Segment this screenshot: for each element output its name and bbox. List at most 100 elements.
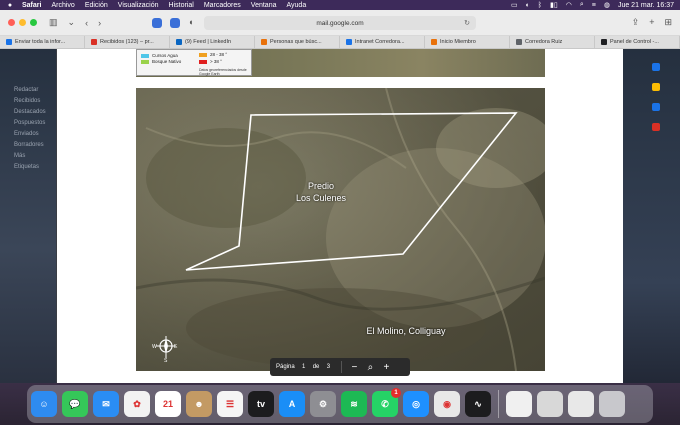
new-tab-icon[interactable]: + bbox=[649, 17, 654, 28]
close-window-button[interactable] bbox=[8, 19, 15, 26]
browser-tab[interactable]: Recibidos (123) – pr... bbox=[85, 36, 170, 48]
dock-icon-system-settings[interactable]: ⚙ bbox=[310, 391, 336, 417]
dock-icon-whatsapp-window[interactable] bbox=[568, 391, 594, 417]
dock-icon-whatsapp[interactable]: ✆ 1 bbox=[372, 388, 401, 417]
dock-glyph-icon: ≋ bbox=[350, 398, 358, 409]
menu-ventana[interactable]: Ventana bbox=[251, 2, 277, 9]
dock-glyph-icon: ⚙ bbox=[318, 398, 328, 409]
tab-label: Inicio Miembro bbox=[440, 39, 476, 45]
extension-shield-icon[interactable] bbox=[152, 18, 162, 28]
dock-icon-voice-memos[interactable]: ∿ bbox=[465, 391, 491, 417]
zoom-window-button[interactable] bbox=[30, 19, 37, 26]
dock-icon-app-store[interactable]: A bbox=[279, 391, 305, 417]
dock-icon-chrome[interactable]: ◉ bbox=[434, 391, 460, 417]
total-pages: 3 bbox=[326, 364, 331, 370]
browser-tab[interactable]: Personas que búsc... bbox=[255, 36, 340, 48]
legend-label: Bosque Nativo bbox=[152, 59, 182, 64]
gmail-sidebar-item[interactable]: Borradores bbox=[14, 142, 44, 148]
dock-icon-contacts[interactable]: ☻ bbox=[186, 391, 212, 417]
screen-icon[interactable]: ▭ bbox=[511, 1, 518, 9]
extension-vpn-icon[interactable] bbox=[170, 18, 180, 28]
menu-ayuda[interactable]: Ayuda bbox=[286, 2, 306, 9]
pdf-page-controls: Página 1 de 3 − ⌕ + bbox=[270, 358, 410, 376]
tasks-app-icon[interactable] bbox=[652, 103, 660, 111]
dock-icon-mail[interactable]: ✉ bbox=[93, 391, 119, 417]
browser-tab[interactable]: Panel de Control -... bbox=[595, 36, 680, 48]
compass-south: S bbox=[164, 358, 168, 362]
menu-visualizacion[interactable]: Visualización bbox=[118, 2, 159, 9]
dock-glyph-icon: ∿ bbox=[474, 398, 482, 409]
browser-tab[interactable]: (9) Feed | LinkedIn bbox=[170, 36, 255, 48]
privacy-shield-icon[interactable]: ◖ bbox=[188, 17, 193, 27]
gmail-sidebar-item[interactable]: Más bbox=[14, 153, 25, 159]
menu-archivo[interactable]: Archivo bbox=[51, 2, 74, 9]
gmail-sidebar-item[interactable]: Recibidos bbox=[14, 98, 40, 104]
dock-icon-recent-document[interactable] bbox=[506, 391, 532, 417]
dock-icon-tv[interactable]: tv bbox=[248, 391, 274, 417]
apple-icon[interactable]: ● bbox=[6, 2, 14, 9]
dock-icon-trash[interactable] bbox=[599, 391, 625, 417]
menu-edicion[interactable]: Edición bbox=[85, 2, 108, 9]
status-app-icon[interactable]: ◐ bbox=[526, 2, 530, 9]
url-text: mail.google.com bbox=[316, 19, 364, 27]
legend-swatch bbox=[199, 59, 207, 64]
contacts-app-icon[interactable] bbox=[652, 123, 660, 131]
browser-tab[interactable]: Intranet Corredora... bbox=[340, 36, 425, 48]
gmail-sidebar-item[interactable]: Enviados bbox=[14, 131, 39, 137]
dock-icon-messages[interactable]: 💬 bbox=[62, 391, 88, 417]
menu-historial[interactable]: Historial bbox=[169, 2, 194, 9]
tab-favicon-icon bbox=[91, 39, 97, 45]
keep-app-icon[interactable] bbox=[652, 83, 660, 91]
dock-glyph-icon: ◎ bbox=[412, 398, 420, 409]
battery-icon[interactable]: ▮▯ bbox=[550, 1, 558, 9]
menu-app-name[interactable]: Safari bbox=[22, 2, 41, 9]
gmail-sidebar-item[interactable]: Pospuestos bbox=[14, 120, 45, 126]
current-page-input[interactable]: 1 bbox=[295, 362, 313, 373]
calendar-app-icon[interactable] bbox=[652, 63, 660, 71]
zoom-out-button[interactable]: − bbox=[346, 360, 362, 374]
browser-tab[interactable]: Corredora Ruiz bbox=[510, 36, 595, 48]
chevron-down-icon[interactable]: ⌄ bbox=[68, 17, 76, 28]
dock-icon-safari[interactable]: ◎ bbox=[403, 391, 429, 417]
dock-icon-spotify[interactable]: ≋ bbox=[341, 391, 367, 417]
minimize-window-button[interactable] bbox=[19, 19, 26, 26]
dock-icon-recent-window[interactable] bbox=[537, 391, 563, 417]
legend-swatch bbox=[141, 59, 149, 64]
gmail-sidebar-item[interactable]: Redactar bbox=[14, 87, 38, 93]
siri-icon[interactable]: ◍ bbox=[604, 1, 610, 9]
reload-icon[interactable]: ↻ bbox=[464, 19, 470, 27]
legend-label: 28 - 38 ° bbox=[210, 52, 228, 57]
tab-label: Enviar toda la infor... bbox=[15, 39, 66, 45]
menu-bar: ● Safari Archivo Edición Visualización H… bbox=[0, 0, 680, 10]
back-icon[interactable]: ‹ bbox=[85, 18, 88, 28]
tab-overview-icon[interactable]: ⊞ bbox=[664, 17, 672, 28]
dock-glyph-icon: ☻ bbox=[194, 399, 204, 409]
tab-favicon-icon bbox=[176, 39, 182, 45]
gmail-sidebar-item[interactable]: Etiquetas bbox=[14, 164, 39, 170]
forward-icon[interactable]: › bbox=[98, 18, 101, 28]
wifi-icon[interactable]: ◠ bbox=[566, 1, 572, 9]
address-bar[interactable]: mail.google.com ↻ bbox=[204, 16, 476, 30]
menu-marcadores[interactable]: Marcadores bbox=[204, 2, 241, 9]
safari-toolbar: ▥ ⌄ ‹ › ◖ mail.google.com ↻ ⇪ + ⊞ bbox=[0, 10, 680, 36]
dock-glyph-icon: tv bbox=[256, 399, 265, 409]
gmail-sidebar-item[interactable]: Destacados bbox=[14, 109, 46, 115]
zoom-in-button[interactable]: + bbox=[378, 360, 394, 374]
bluetooth-icon[interactable]: ᛒ bbox=[538, 2, 542, 9]
sidebar-toggle-icon[interactable]: ▥ bbox=[49, 17, 58, 28]
tab-label: Recibidos (123) – pr... bbox=[100, 39, 154, 45]
browser-tab[interactable]: Enviar toda la infor... bbox=[0, 36, 85, 48]
dock-icon-finder[interactable]: ☺ bbox=[31, 391, 57, 417]
tab-favicon-icon bbox=[261, 39, 267, 45]
zoom-icon[interactable]: ⌕ bbox=[362, 360, 378, 374]
browser-tab[interactable]: Inicio Miembro bbox=[425, 36, 510, 48]
search-icon[interactable]: ⌕ bbox=[580, 1, 584, 9]
control-center-icon[interactable]: ≡ bbox=[592, 2, 596, 9]
share-icon[interactable]: ⇪ bbox=[632, 17, 640, 28]
menubar-clock[interactable]: Jue 21 mar. 16:37 bbox=[618, 2, 674, 9]
dock-icon-calendar[interactable]: 21 bbox=[155, 391, 181, 417]
dock-icon-photos[interactable]: ✿ bbox=[124, 391, 150, 417]
dock-icon-reminders[interactable]: ☰ bbox=[217, 391, 243, 417]
legend-slope-medium: 28 - 38 ° bbox=[199, 52, 227, 57]
tab-favicon-icon bbox=[346, 39, 352, 45]
